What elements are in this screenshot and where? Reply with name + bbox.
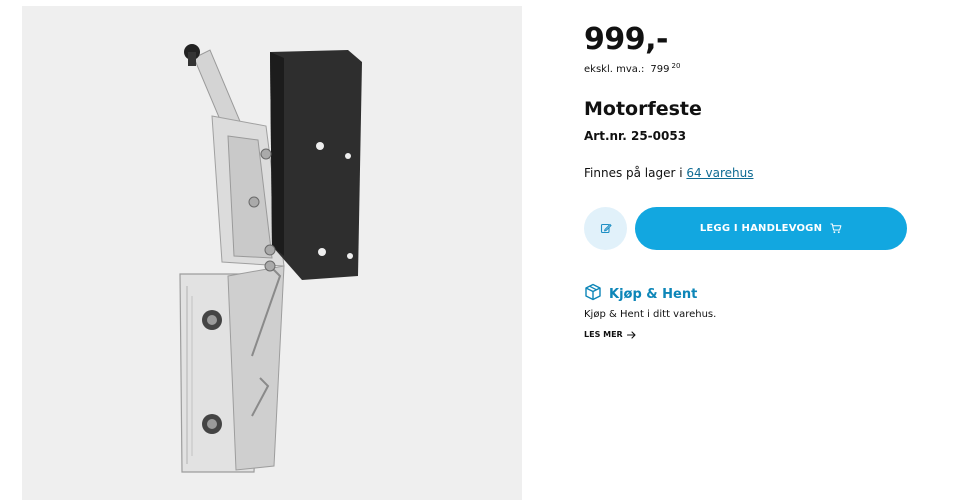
article-number: Art.nr. 25-0053 bbox=[584, 129, 687, 143]
note-button[interactable] bbox=[584, 207, 627, 250]
ex-vat-cents: 20 bbox=[671, 62, 681, 70]
cart-icon bbox=[830, 223, 842, 234]
stock-status: Finnes på lager i 64 varehus bbox=[584, 166, 753, 180]
read-more-link[interactable]: LES MER bbox=[584, 330, 636, 339]
price: 999,- bbox=[584, 22, 668, 57]
product-info-panel: 999,- ekskl. mva.: 799 20 Motorfeste Art.n… bbox=[584, 0, 914, 500]
store-count-link[interactable]: 64 varehus bbox=[686, 166, 753, 180]
ex-vat-value: 799 bbox=[650, 64, 670, 75]
stock-text: Finnes på lager i bbox=[584, 166, 683, 180]
pickup-title: Kjøp & Hent bbox=[609, 286, 698, 302]
pickup-description: Kjøp & Hent i ditt varehus. bbox=[584, 309, 717, 320]
read-more-label: LES MER bbox=[584, 330, 623, 339]
product-image-gallery[interactable] bbox=[22, 6, 522, 500]
ex-vat-label: ekskl. mva.: bbox=[584, 64, 645, 75]
price-ex-vat: ekskl. mva.: 799 20 bbox=[584, 62, 680, 75]
add-to-cart-button[interactable]: LEGG I HANDLEVOGN bbox=[635, 207, 907, 250]
product-image bbox=[179, 44, 362, 473]
arrow-right-icon bbox=[626, 330, 636, 339]
product-title: Motorfeste bbox=[584, 98, 702, 120]
edit-icon bbox=[600, 219, 612, 238]
add-to-cart-label: LEGG I HANDLEVOGN bbox=[699, 223, 823, 234]
box-icon bbox=[584, 283, 602, 305]
pickup-header: Kjøp & Hent bbox=[584, 283, 697, 305]
